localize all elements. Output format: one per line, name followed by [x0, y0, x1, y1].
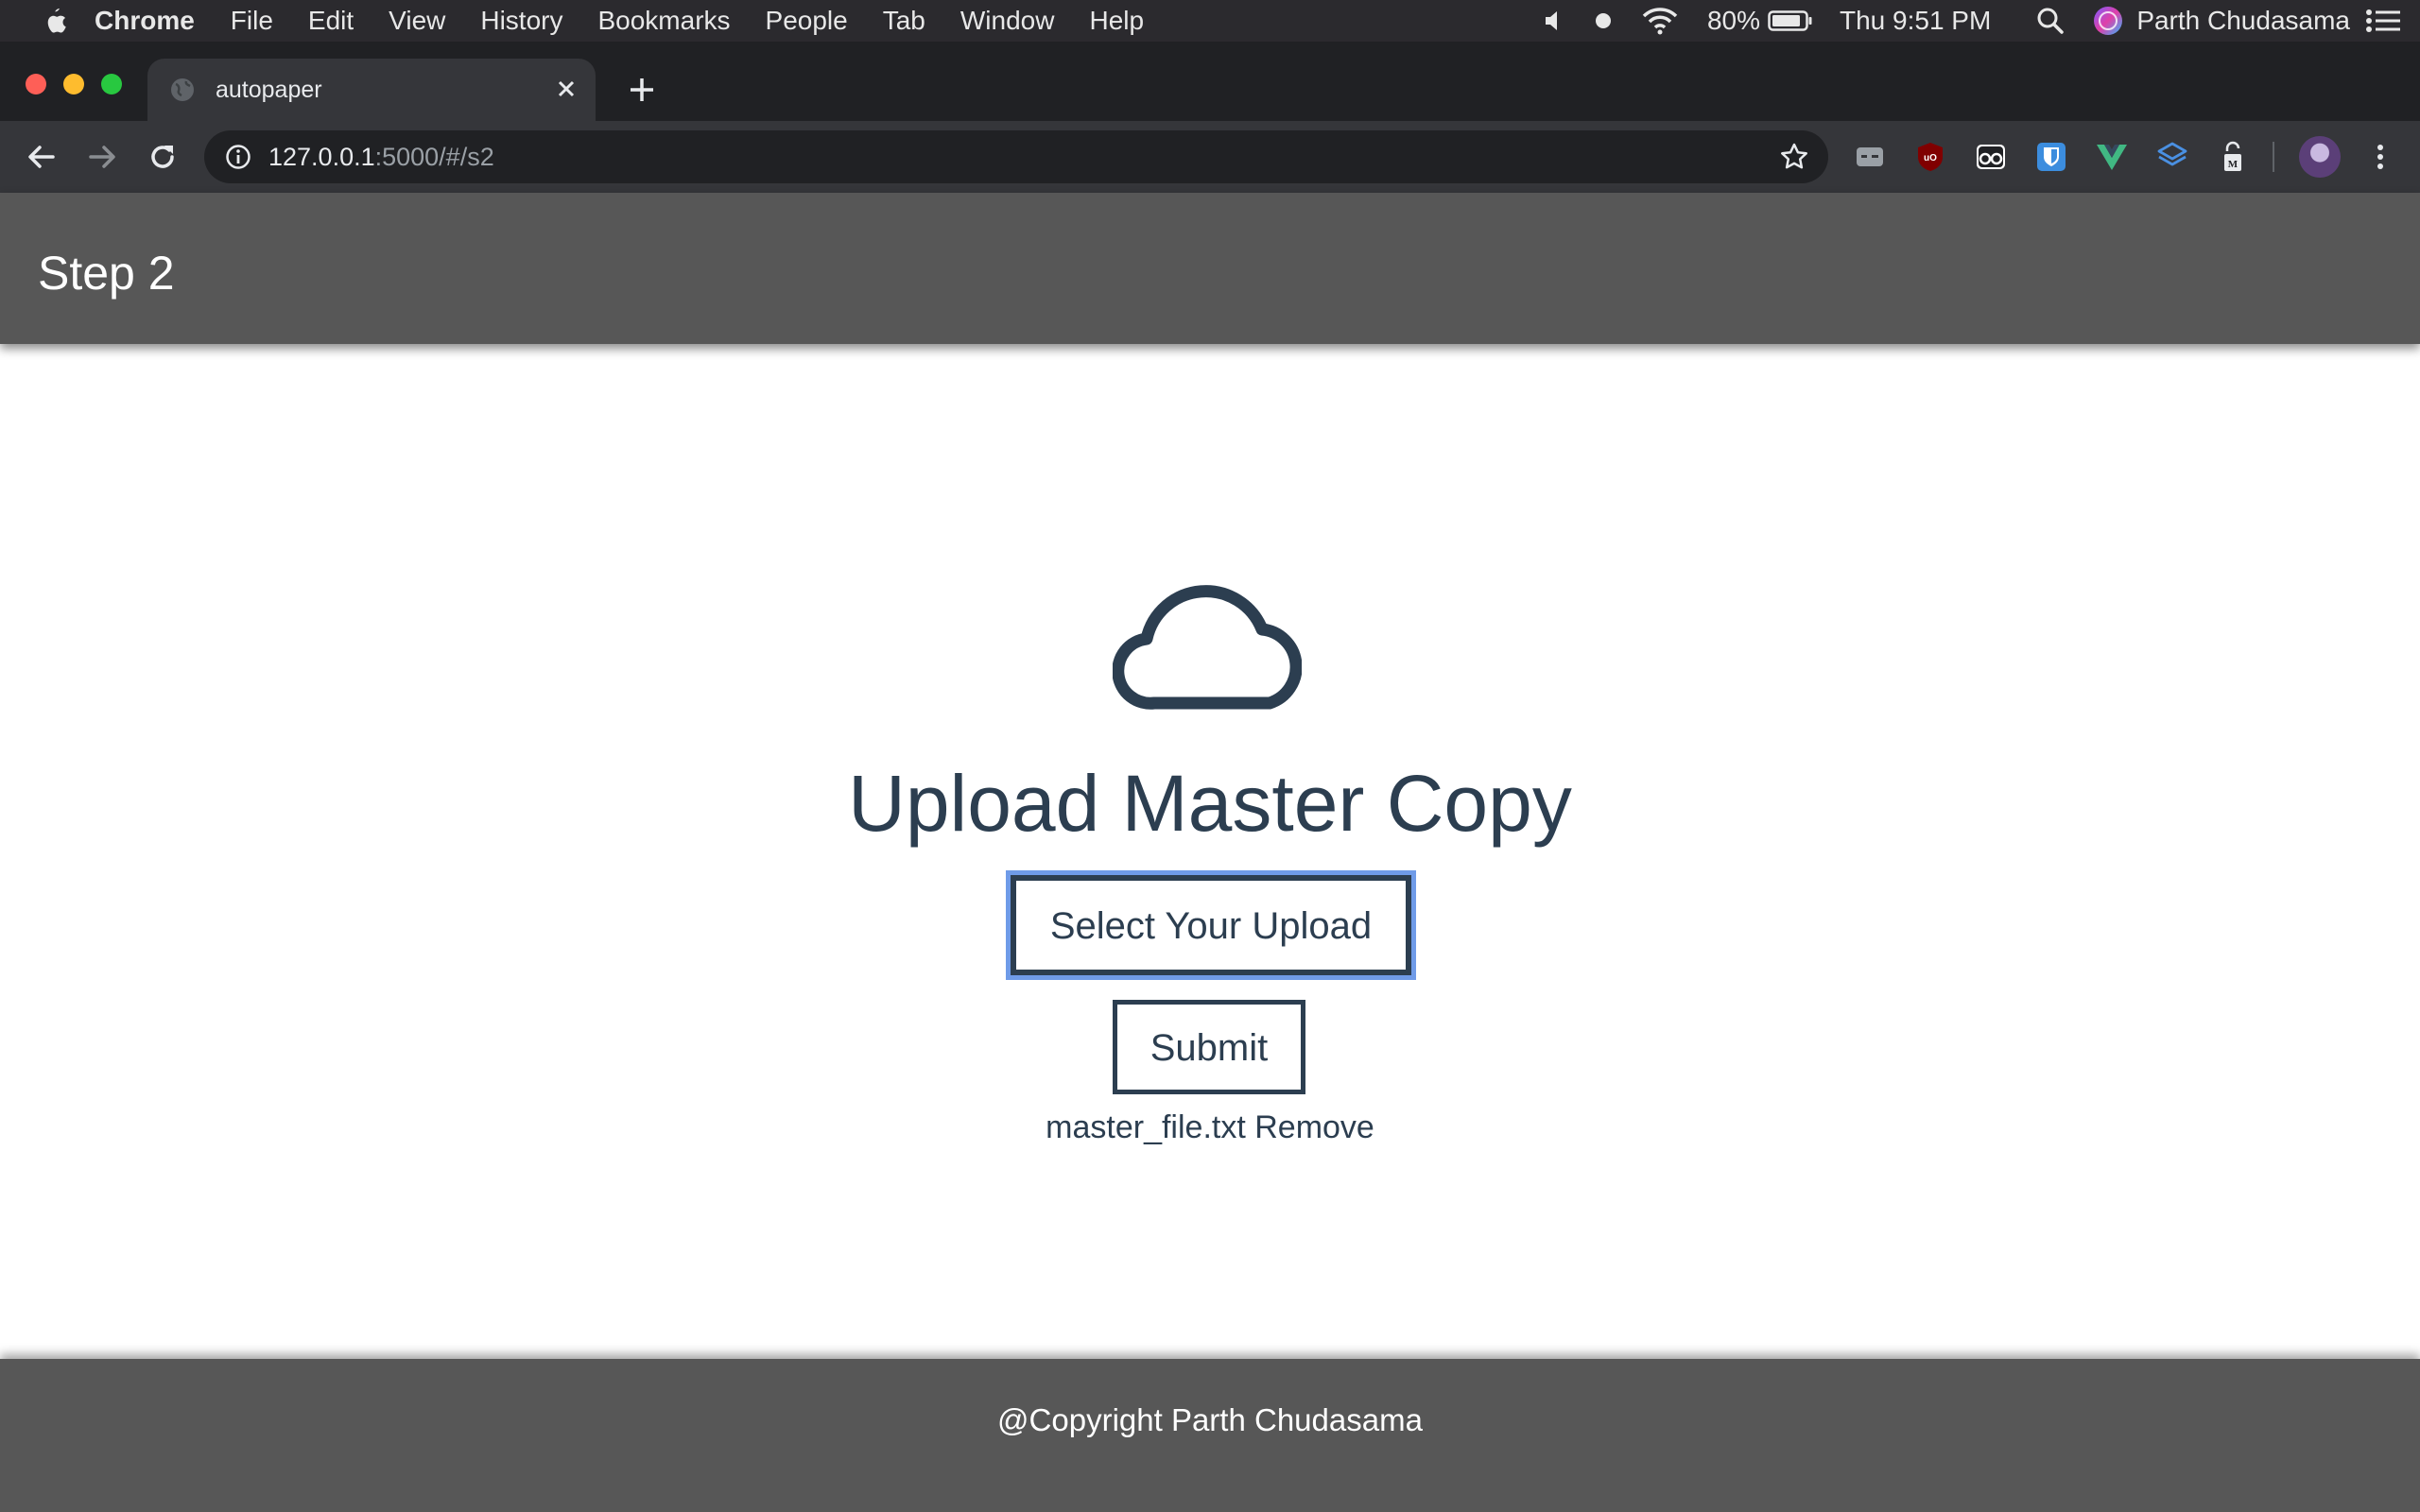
glasses-extension-icon[interactable] [1974, 140, 2008, 174]
address-bar[interactable]: 127.0.0.1:5000/#/s2 [204, 130, 1828, 183]
selected-file-name: master_file.txt [1046, 1109, 1246, 1145]
menu-edit[interactable]: Edit [308, 6, 354, 36]
svg-text:uO: uO [1924, 153, 1937, 163]
battery-icon [1768, 10, 1812, 31]
upload-heading: Upload Master Copy [848, 759, 1572, 848]
globe-icon [171, 78, 194, 101]
browser-toolbar: 127.0.0.1:5000/#/s2 uO M [0, 121, 2420, 193]
tab-title: autopaper [216, 77, 322, 103]
wifi-icon[interactable] [1641, 7, 1679, 35]
menu-people[interactable]: People [766, 6, 848, 36]
menu-clock[interactable]: Thu 9:51 PM [1840, 6, 1991, 36]
battery-percent: 80% [1706, 6, 1760, 35]
selected-file-row: master_file.txt Remove [0, 1109, 2420, 1146]
menu-bookmarks[interactable]: Bookmarks [597, 6, 730, 36]
info-icon[interactable] [225, 144, 251, 170]
caption-extension-icon[interactable] [1853, 140, 1887, 174]
address-url[interactable]: 127.0.0.1:5000/#/s2 [268, 143, 494, 172]
window-maximize-button[interactable] [101, 74, 122, 94]
bitwarden-icon[interactable] [2034, 140, 2068, 174]
vue-devtools-icon[interactable] [2095, 140, 2129, 174]
new-tab-icon[interactable] [626, 74, 658, 106]
menu-view[interactable]: View [389, 6, 445, 36]
footer-copyright: @Copyright Parth Chudasama [997, 1402, 1423, 1437]
toolbar-divider [2273, 142, 2274, 172]
menu-bar-status-area: 80% Thu 9:51 PM Parth Chudasama [1543, 0, 2420, 42]
page-title: Step 2 [38, 247, 175, 300]
reload-icon[interactable] [146, 140, 180, 174]
apple-icon[interactable] [40, 6, 68, 36]
control-center-icon[interactable] [2365, 9, 2401, 33]
chrome-menu-icon[interactable] [2363, 140, 2397, 174]
back-arrow-icon[interactable] [25, 140, 59, 174]
layers-extension-icon[interactable] [2155, 140, 2189, 174]
macos-menu-bar: Chrome File Edit View History Bookmarks … [0, 0, 2420, 42]
menu-tab[interactable]: Tab [883, 6, 925, 36]
profile-avatar[interactable] [2299, 136, 2341, 178]
window-close-button[interactable] [26, 74, 46, 94]
browser-tab-autopaper[interactable]: autopaper [147, 59, 596, 121]
menu-help[interactable]: Help [1089, 6, 1144, 36]
speaker-icon[interactable] [1543, 9, 1565, 33]
app-header: Step 2 [0, 193, 2420, 344]
siri-icon[interactable] [2093, 6, 2123, 36]
forward-arrow-icon[interactable] [85, 140, 119, 174]
menu-history[interactable]: History [480, 6, 562, 36]
page-footer: @Copyright Parth Chudasama [0, 1359, 2420, 1512]
menu-user-name[interactable]: Parth Chudasama [2136, 6, 2350, 36]
svg-text:M: M [2228, 159, 2238, 170]
select-upload-button[interactable]: Select Your Upload [1006, 870, 1416, 980]
ublock-origin-icon[interactable]: uO [1913, 140, 1947, 174]
remove-file-link[interactable]: Remove [1254, 1109, 1374, 1145]
spotlight-icon[interactable] [2036, 7, 2065, 35]
submit-button[interactable]: Submit [1113, 1000, 1305, 1094]
battery-indicator[interactable]: 80% [1707, 6, 1813, 36]
menu-app-chrome[interactable]: Chrome [95, 6, 195, 36]
dot-icon[interactable] [1594, 11, 1613, 30]
bookmark-star-icon[interactable] [1779, 142, 1809, 172]
window-minimize-button[interactable] [63, 74, 84, 94]
lock-extension-icon[interactable]: M [2216, 140, 2250, 174]
tab-close-icon[interactable] [552, 75, 580, 103]
cloud-icon [1113, 585, 1302, 710]
menu-file[interactable]: File [231, 6, 273, 36]
url-host: 127.0.0.1 [268, 143, 375, 171]
menu-window[interactable]: Window [960, 6, 1055, 36]
url-path: :5000/#/s2 [374, 143, 494, 171]
